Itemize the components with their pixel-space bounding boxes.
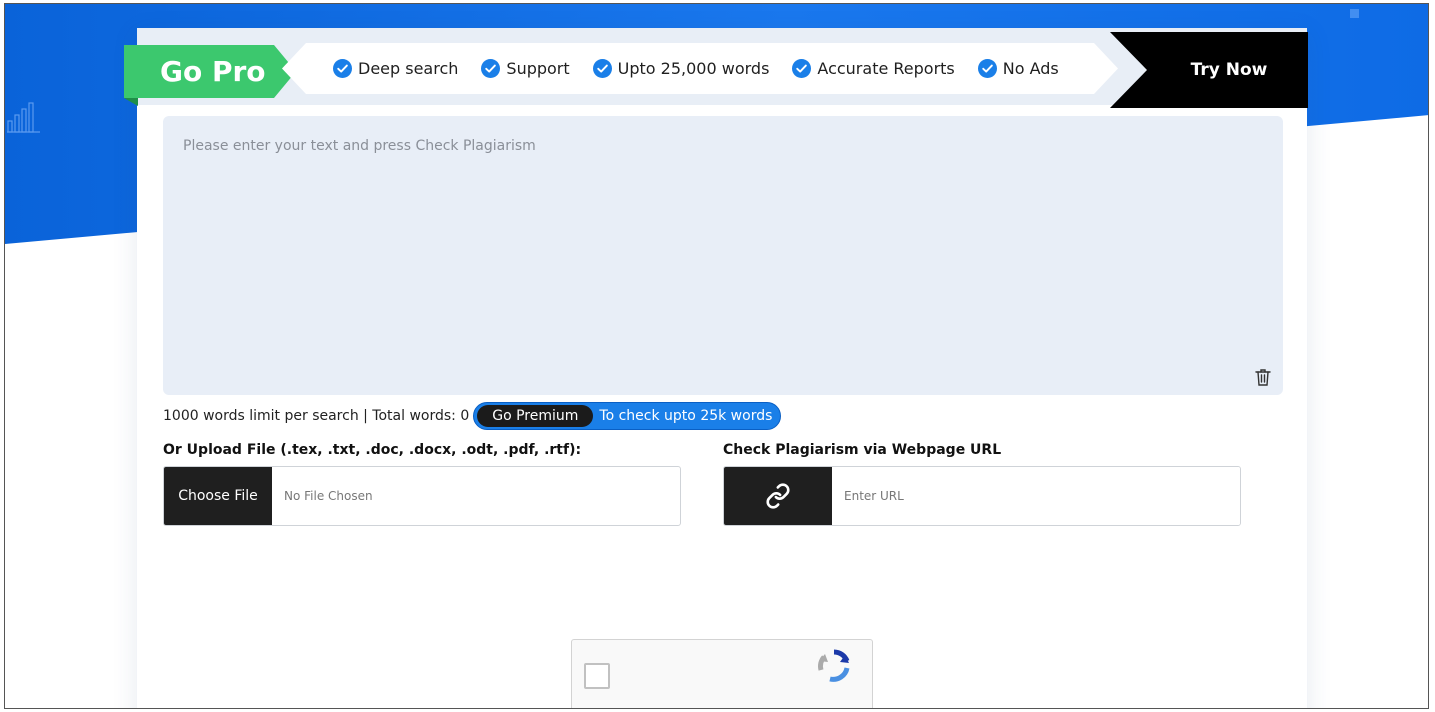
feature-deep-search: Deep search — [333, 59, 458, 78]
check-circle-icon — [792, 59, 812, 78]
feature-label: Upto 25,000 words — [617, 59, 770, 78]
word-count-line: 1000 words limit per search | Total word… — [163, 402, 782, 430]
url-label: Check Plagiarism via Webpage URL — [723, 442, 1002, 458]
check-circle-icon — [333, 59, 352, 78]
recaptcha-widget — [571, 639, 873, 708]
feature-label: No Ads — [1002, 59, 1059, 78]
recaptcha-icon — [818, 649, 850, 682]
premium-promo-text[interactable]: To check upto 25k words — [599, 408, 772, 424]
check-circle-icon — [481, 59, 501, 78]
file-status: No File Chosen — [284, 489, 373, 503]
feature-support: Support — [481, 59, 570, 78]
recaptcha-checkbox[interactable] — [584, 663, 610, 689]
feature-label: Deep search — [358, 59, 459, 78]
check-circle-icon — [977, 59, 997, 78]
ribbon-fold — [124, 98, 138, 106]
page-frame: Go Pro Deep search Support Upto 25,000 w… — [4, 3, 1429, 709]
link-icon — [766, 483, 790, 509]
url-field[interactable] — [723, 466, 1241, 526]
go-pro-badge: Go Pro — [124, 45, 296, 98]
bar-chart-icon — [7, 102, 40, 133]
word-limit-text: 1000 words limit per search | Total word… — [163, 408, 470, 424]
url-input[interactable] — [832, 467, 1240, 525]
decorative-square — [1350, 9, 1359, 18]
feature-label: Accurate Reports — [817, 59, 955, 78]
upload-label: Or Upload File (.tex, .txt, .doc, .docx,… — [163, 442, 582, 458]
premium-pill[interactable]: Go Premium To check upto 25k words — [473, 402, 782, 430]
go-pro-banner: Go Pro Deep search Support Upto 25,000 w… — [124, 28, 1308, 114]
go-premium-button[interactable]: Go Premium — [477, 405, 594, 427]
feature-label: Support — [506, 59, 570, 78]
features-ribbon: Deep search Support Upto 25,000 words Ac… — [282, 43, 1118, 94]
trash-icon[interactable] — [1253, 367, 1273, 387]
file-upload-field[interactable]: Choose File No File Chosen — [163, 466, 681, 526]
feature-no-ads: No Ads — [977, 59, 1059, 78]
check-circle-icon — [592, 59, 612, 78]
url-link-button[interactable] — [724, 467, 832, 525]
text-input-area[interactable]: Please enter your text and press Check P… — [163, 116, 1283, 395]
choose-file-button[interactable]: Choose File — [164, 467, 272, 525]
feature-accurate-reports: Accurate Reports — [792, 59, 955, 78]
feature-word-limit: Upto 25,000 words — [592, 59, 770, 78]
text-input-placeholder: Please enter your text and press Check P… — [183, 138, 536, 154]
